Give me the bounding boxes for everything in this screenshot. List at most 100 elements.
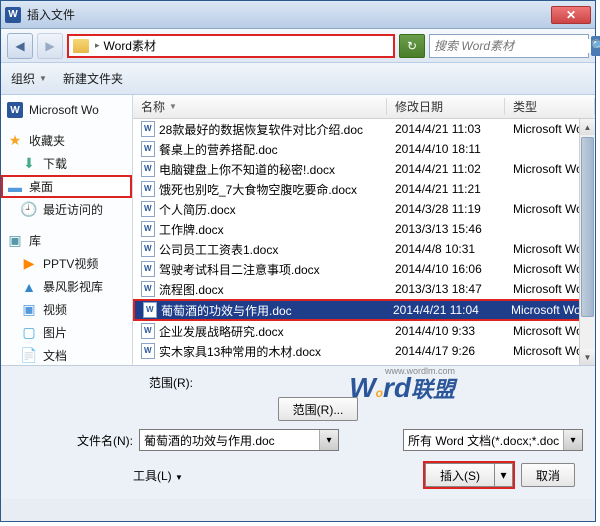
desktop-icon: ▬ (7, 179, 23, 195)
video-icon: ▶ (21, 256, 37, 272)
range-button[interactable]: 范围(R)... (278, 397, 359, 421)
filename-label: 文件名(N): (13, 432, 133, 449)
file-date: 2013/3/13 15:46 (387, 222, 505, 236)
dialog-window: W 插入文件 ✕ ◀ ▶ ▸ Word素材 ↻ 🔍 组织 ▼ 新建文件夹 W M… (0, 0, 596, 522)
app-icon: W (5, 7, 21, 23)
file-date: 2013/3/13 18:47 (387, 282, 505, 296)
file-name: 实木家具13种常用的木材.docx (159, 343, 321, 360)
close-button[interactable]: ✕ (551, 6, 591, 24)
window-title: 插入文件 (27, 6, 551, 23)
doc-icon (143, 302, 157, 318)
file-date: 2014/4/21 11:21 (387, 182, 505, 196)
sidebar-item-recent[interactable]: 🕘 最近访问的 (1, 198, 132, 221)
sidebar-item-downloads[interactable]: ⬇ 下载 (1, 152, 132, 175)
sort-icon: ▼ (169, 102, 177, 111)
doc-icon (141, 181, 155, 197)
sidebar-item-videos[interactable]: ▣视频 (1, 298, 132, 321)
forward-button[interactable]: ▶ (37, 33, 63, 59)
table-row[interactable]: 公司员工工资表1.docx2014/4/8 10:31Microsoft Wo (133, 239, 595, 259)
filetype-combo[interactable]: 所有 Word 文档(*.docx;*.doc (403, 429, 583, 451)
table-row[interactable]: 流程图.docx2013/3/13 18:47Microsoft Wo (133, 279, 595, 299)
dropdown-icon: ▼ (175, 473, 183, 482)
table-row[interactable]: 驾驶考试科目二注意事项.docx2014/4/10 16:06Microsoft… (133, 259, 595, 279)
table-row[interactable]: 实木家具13种常用的木材.docx2014/4/17 9:26Microsoft… (133, 341, 595, 361)
sidebar-favorites[interactable]: ★ 收藏夹 (1, 129, 132, 152)
search-box[interactable]: 🔍 (429, 34, 589, 58)
file-date: 2014/4/21 11:04 (385, 303, 503, 317)
main-pane: W Microsoft Wo ★ 收藏夹 ⬇ 下载 ▬ 桌面 🕘 (1, 95, 595, 365)
doc-icon (141, 221, 155, 237)
file-date: 2014/4/10 18:11 (387, 142, 505, 156)
insert-dropdown[interactable]: ▾ (495, 463, 513, 487)
sidebar-library[interactable]: ▣ 库 (1, 229, 132, 252)
search-icon[interactable]: 🔍 (591, 36, 600, 56)
back-button[interactable]: ◀ (7, 33, 33, 59)
column-header: 名称 ▼ 修改日期 类型 (133, 95, 595, 119)
file-name: 葡萄酒的功效与作用.doc (161, 302, 292, 319)
doc-icon (141, 343, 155, 359)
filename-combo[interactable]: 葡萄酒的功效与作用.doc (139, 429, 339, 451)
file-name: 企业发展战略研究.docx (159, 323, 284, 340)
bottom-panel: www.wordlm.com Word联盟 范围(R): 范围(R)... 文件… (1, 365, 595, 499)
file-date: 2014/4/21 11:02 (387, 162, 505, 176)
sidebar-item-desktop[interactable]: ▬ 桌面 (1, 175, 132, 198)
dropdown-icon: ▼ (39, 74, 47, 83)
file-date: 2014/4/10 16:06 (387, 262, 505, 276)
file-date: 2014/4/10 9:33 (387, 324, 505, 338)
table-row[interactable]: 个人简历.docx2014/3/28 11:19Microsoft Wo (133, 199, 595, 219)
tools-label[interactable]: 工具(L) ▼ (133, 467, 183, 484)
sidebar-item-pptv[interactable]: ▶PPTV视频 (1, 252, 132, 275)
sidebar: W Microsoft Wo ★ 收藏夹 ⬇ 下载 ▬ 桌面 🕘 (1, 95, 133, 365)
column-name[interactable]: 名称 ▼ (133, 98, 387, 115)
doc-icon (141, 141, 155, 157)
refresh-button[interactable]: ↻ (399, 34, 425, 58)
file-name: 个人简历.docx (159, 201, 236, 218)
sidebar-item-msword[interactable]: W Microsoft Wo (1, 99, 132, 121)
file-name: 工作牌.docx (159, 221, 224, 238)
table-row[interactable]: 工作牌.docx 2013/3/13 15:46 (133, 219, 595, 239)
table-row[interactable]: 饿死也别吃_7大食物空腹吃要命.docx 2014/4/21 11:21 (133, 179, 595, 199)
range-label: 范围(R): (13, 374, 193, 391)
doc-icon (141, 201, 155, 217)
sidebar-item-baofeng[interactable]: ▲暴风影视库 (1, 275, 132, 298)
file-date: 2014/4/8 10:31 (387, 242, 505, 256)
doc-icon (141, 241, 155, 257)
insert-button[interactable]: 插入(S) (425, 463, 495, 487)
table-row[interactable]: 企业发展战略研究.docx2014/4/10 9:33Microsoft Wo (133, 321, 595, 341)
file-name: 餐桌上的营养搭配.doc (159, 141, 278, 158)
column-date[interactable]: 修改日期 (387, 98, 505, 115)
file-date: 2014/4/21 11:03 (387, 122, 505, 136)
toolbar: 组织 ▼ 新建文件夹 (1, 63, 595, 95)
scroll-up-icon[interactable]: ▲ (580, 119, 595, 135)
scrollbar-vertical[interactable]: ▲ ▼ (579, 119, 595, 365)
new-folder-button[interactable]: 新建文件夹 (63, 70, 123, 87)
sidebar-item-pictures[interactable]: ▢图片 (1, 321, 132, 344)
star-icon: ★ (7, 133, 23, 149)
picture-icon: ▢ (21, 325, 37, 341)
column-type[interactable]: 类型 (505, 98, 595, 115)
file-name: 饿死也别吃_7大食物空腹吃要命.docx (159, 181, 357, 198)
table-row[interactable]: 餐桌上的营养搭配.doc 2014/4/10 18:11 (133, 139, 595, 159)
organize-button[interactable]: 组织 ▼ (11, 70, 47, 87)
file-name: 公司员工工资表1.docx (159, 241, 278, 258)
scroll-thumb[interactable] (581, 137, 594, 317)
search-input[interactable] (434, 39, 591, 53)
table-row[interactable]: 电脑键盘上你不知道的秘密!.docx2014/4/21 11:02Microso… (133, 159, 595, 179)
table-row[interactable]: 28款最好的数据恢复软件对比介绍.doc2014/4/21 11:03Micro… (133, 119, 595, 139)
titlebar: W 插入文件 ✕ (1, 1, 595, 29)
storm-icon: ▲ (21, 279, 37, 295)
insert-button-group: 插入(S) ▾ (423, 461, 515, 489)
sidebar-item-documents[interactable]: 📄文档 (1, 344, 132, 365)
doc-icon (141, 161, 155, 177)
cancel-button[interactable]: 取消 (521, 463, 575, 487)
file-date: 2014/3/28 11:19 (387, 202, 505, 216)
file-name: 驾驶考试科目二注意事项.docx (159, 261, 320, 278)
doc-icon (141, 281, 155, 297)
table-row[interactable]: 葡萄酒的功效与作用.doc2014/4/21 11:04Microsoft Wo (133, 299, 595, 321)
file-rows: 28款最好的数据恢复软件对比介绍.doc2014/4/21 11:03Micro… (133, 119, 595, 365)
scroll-down-icon[interactable]: ▼ (580, 349, 595, 365)
breadcrumb[interactable]: ▸ Word素材 (67, 34, 395, 58)
file-name: 电脑键盘上你不知道的秘密!.docx (159, 161, 335, 178)
chevron-right-icon: ▸ (95, 40, 100, 51)
watermark-url: www.wordlm.com (385, 366, 455, 376)
